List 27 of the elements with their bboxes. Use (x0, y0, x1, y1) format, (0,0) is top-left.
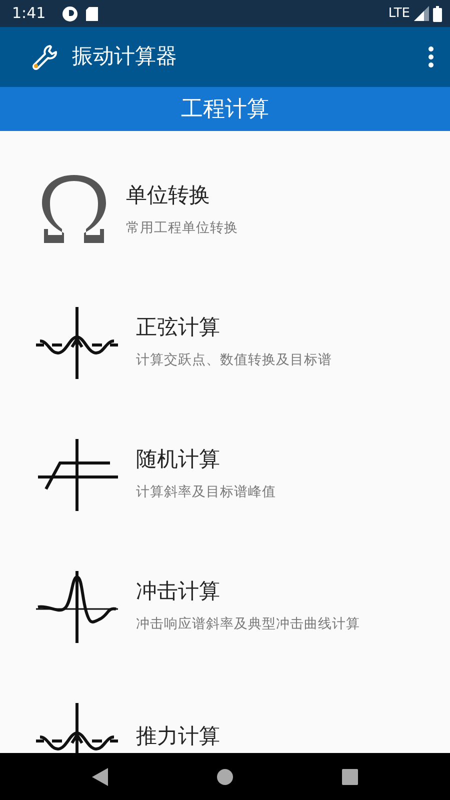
item-subtitle: 常用工程单位转换 (126, 218, 238, 238)
item-subtitle: 计算斜率及目标谱峰值 (136, 482, 276, 502)
sine-wave-icon (36, 307, 118, 379)
battery-icon (433, 6, 442, 22)
list-item[interactable]: 正弦计算 计算交跃点、数值转换及目标谱 (0, 275, 450, 407)
notification-icon (62, 6, 78, 22)
list-item[interactable]: 推力计算 (0, 671, 450, 753)
random-spectrum-icon (36, 439, 118, 511)
shock-pulse-icon (36, 571, 118, 643)
section-title: 工程计算 (181, 96, 269, 124)
wrench-icon (30, 43, 58, 71)
item-title: 单位转换 (126, 182, 211, 210)
item-title: 冲击计算 (136, 578, 221, 606)
item-subtitle: 冲击响应谱斜率及典型冲击曲线计算 (136, 614, 360, 634)
signal-icon (414, 6, 429, 21)
list-item[interactable]: 随机计算 计算斜率及目标谱峰值 (0, 407, 450, 539)
status-time: 1:41 (12, 3, 46, 24)
item-title: 正弦计算 (136, 314, 221, 342)
list-item[interactable]: 单位转换 常用工程单位转换 (0, 143, 450, 275)
list-item[interactable]: 冲击计算 冲击响应谱斜率及典型冲击曲线计算 (0, 539, 450, 671)
sd-card-icon (86, 6, 98, 20)
network-label: LTE (388, 4, 410, 23)
item-title: 推力计算 (136, 723, 220, 750)
more-options-icon[interactable] (428, 46, 434, 68)
app-title: 振动计算器 (72, 43, 177, 70)
item-title: 随机计算 (136, 446, 221, 474)
item-subtitle: 计算交跃点、数值转换及目标谱 (136, 350, 332, 370)
